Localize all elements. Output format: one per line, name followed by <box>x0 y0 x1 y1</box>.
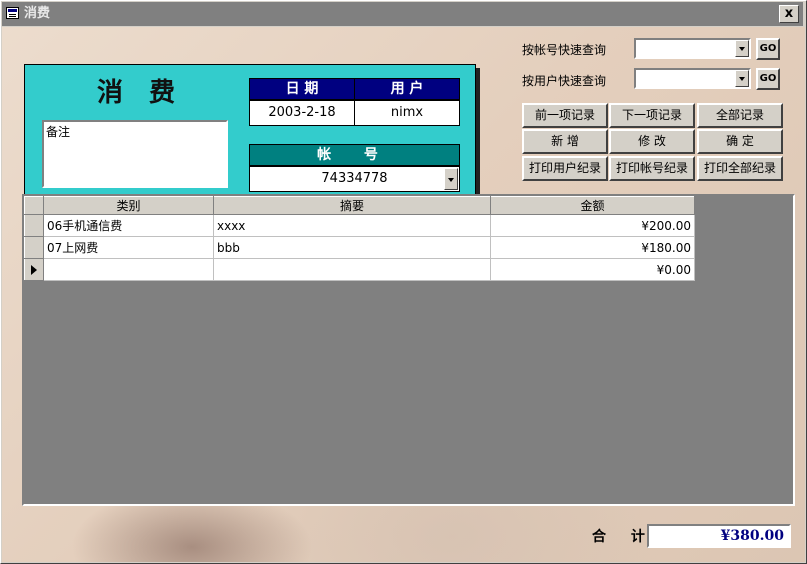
cell-summary[interactable] <box>213 258 491 281</box>
by-user-label: 按用户快速查询 <box>522 74 607 88</box>
print-user-button[interactable]: 打印用户纪录 <box>522 156 608 181</box>
row-selector[interactable] <box>24 214 44 237</box>
row-selector-current[interactable] <box>24 258 44 281</box>
print-all-button[interactable]: 打印全部纪录 <box>697 156 783 181</box>
confirm-button[interactable]: 确 定 <box>697 129 783 154</box>
cell-category[interactable]: 07上网费 <box>43 236 214 259</box>
date-field[interactable]: 2003-2-18 <box>249 100 355 126</box>
by-account-label: 按帐号快速查询 <box>522 43 607 57</box>
by-account-combo[interactable] <box>634 38 751 59</box>
records-table: 类别 摘要 金额 06手机通信费 xxxx ¥200.00 07上网费 bbb … <box>24 196 695 281</box>
by-user-dropdown-arrow-icon[interactable] <box>735 70 749 87</box>
window-title: 消费 <box>24 6 51 21</box>
prev-record-button[interactable]: 前一项记录 <box>522 103 608 128</box>
by-account-dropdown-arrow-icon[interactable] <box>735 40 749 57</box>
date-header: 日 期 <box>249 78 355 100</box>
memo-field[interactable]: 备注 <box>42 120 228 188</box>
user-header: 用 户 <box>354 78 460 100</box>
print-account-button[interactable]: 打印帐号纪录 <box>609 156 695 181</box>
consumption-window: 消费 x 消费 备注 日 期 用 户 2003-2-18 nimx 帐 号 74… <box>0 0 807 564</box>
add-button[interactable]: 新 增 <box>522 129 608 154</box>
by-user-combo[interactable] <box>634 68 751 89</box>
cell-amount[interactable]: ¥0.00 <box>490 258 695 281</box>
form-icon[interactable] <box>6 7 19 19</box>
column-header-category[interactable]: 类别 <box>43 196 214 215</box>
user-field[interactable]: nimx <box>354 100 460 126</box>
row-selector[interactable] <box>24 236 44 259</box>
account-combo[interactable]: 74334778 <box>249 166 460 192</box>
record-header-panel: 消费 备注 日 期 用 户 2003-2-18 nimx 帐 号 7433477… <box>24 64 476 206</box>
column-header-summary[interactable]: 摘要 <box>213 196 491 215</box>
row-selector-header[interactable] <box>24 196 44 215</box>
records-datasheet[interactable]: 类别 摘要 金额 06手机通信费 xxxx ¥200.00 07上网费 bbb … <box>22 194 795 506</box>
total-field[interactable]: ¥380.00 <box>647 524 791 548</box>
cell-category[interactable]: 06手机通信费 <box>43 214 214 237</box>
current-row-arrow-icon <box>31 265 37 275</box>
account-value: 74334778 <box>321 171 388 186</box>
edit-button[interactable]: 修 改 <box>609 129 695 154</box>
cell-category[interactable] <box>43 258 214 281</box>
cell-amount[interactable]: ¥200.00 <box>490 214 695 237</box>
form-heading: 消费 <box>97 78 202 108</box>
table-row-new[interactable]: ¥0.00 <box>24 258 695 281</box>
next-record-button[interactable]: 下一项记录 <box>609 103 695 128</box>
account-dropdown-arrow-icon[interactable] <box>444 168 458 190</box>
account-header: 帐 号 <box>249 144 460 166</box>
by-user-go-button[interactable]: GO <box>756 68 780 90</box>
column-header-amount[interactable]: 金额 <box>490 196 695 215</box>
table-row[interactable]: 06手机通信费 xxxx ¥200.00 <box>24 214 695 237</box>
table-row[interactable]: 07上网费 bbb ¥180.00 <box>24 236 695 259</box>
cell-summary[interactable]: xxxx <box>213 214 491 237</box>
cell-summary[interactable]: bbb <box>213 236 491 259</box>
cell-amount[interactable]: ¥180.00 <box>490 236 695 259</box>
by-account-go-button[interactable]: GO <box>756 38 780 60</box>
close-button[interactable]: x <box>779 5 799 23</box>
form-body: 消费 备注 日 期 用 户 2003-2-18 nimx 帐 号 7433477… <box>2 27 805 562</box>
title-bar[interactable]: 消费 x <box>2 2 803 26</box>
all-records-button[interactable]: 全部记录 <box>697 103 783 128</box>
